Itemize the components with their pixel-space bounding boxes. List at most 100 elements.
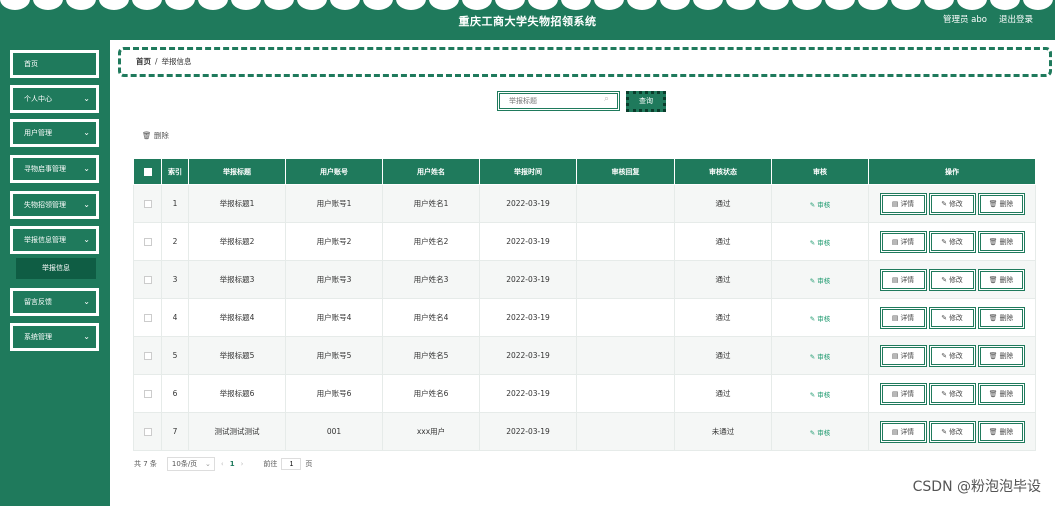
- sidebar-item-2[interactable]: 用户管理 ⌄: [10, 119, 99, 147]
- next-page-button[interactable]: ›: [241, 460, 244, 468]
- row-checkbox[interactable]: [143, 200, 152, 208]
- sidebar-item-7[interactable]: 系统管理 ⌄: [10, 323, 99, 351]
- row-checkbox[interactable]: [143, 390, 152, 398]
- sidebar-item-1[interactable]: 个人中心 ⌄: [10, 85, 99, 113]
- trash-icon: 🗑: [988, 275, 998, 284]
- select-all-checkbox[interactable]: [143, 167, 152, 176]
- edit-label: 修改: [949, 313, 963, 322]
- delete-button[interactable]: 🗑 删除: [977, 306, 1025, 329]
- row-checkbox[interactable]: [143, 314, 152, 322]
- cell-index: 4: [161, 298, 189, 337]
- edit-icon: ✎: [941, 427, 947, 436]
- cell-reply: [576, 374, 675, 413]
- prev-page-button[interactable]: ‹: [221, 460, 224, 468]
- edit-button[interactable]: ✎ 修改: [928, 192, 976, 215]
- cell-index: 1: [161, 184, 189, 223]
- row-checkbox[interactable]: [143, 238, 152, 246]
- detail-button[interactable]: ▤ 详情: [879, 230, 927, 253]
- current-page[interactable]: 1: [230, 460, 235, 468]
- logout-link[interactable]: 退出登录: [999, 13, 1033, 25]
- delete-label: 删除: [999, 237, 1014, 246]
- cell-reply: [576, 222, 675, 261]
- sidebar-item-6[interactable]: 留言反馈 ⌄: [10, 288, 99, 316]
- cell-actions: ▤ 详情 ✎ 修改 🗑 删除: [868, 336, 1036, 375]
- detail-button[interactable]: ▤ 详情: [879, 344, 927, 367]
- row-select-cell: [133, 260, 162, 299]
- edit-button[interactable]: ✎ 修改: [928, 268, 976, 291]
- detail-label: 详情: [900, 351, 915, 360]
- edit-label: 修改: [949, 427, 963, 436]
- cell-audit: ✎ 审核: [771, 260, 869, 299]
- delete-button[interactable]: 🗑 删除: [977, 344, 1025, 367]
- detail-button[interactable]: ▤ 详情: [879, 268, 927, 291]
- edit-icon: ✎: [809, 200, 816, 209]
- detail-button[interactable]: ▤ 详情: [879, 306, 927, 329]
- cell-account: 用户账号5: [285, 336, 383, 375]
- audit-label: 审核: [817, 238, 831, 247]
- cell-name: 用户姓名5: [382, 336, 480, 375]
- col-header: 索引: [161, 158, 189, 185]
- edit-button[interactable]: ✎ 修改: [928, 382, 976, 405]
- edit-button[interactable]: ✎ 修改: [928, 420, 976, 443]
- goto-label: 前往: [263, 460, 278, 468]
- bulk-delete-label: 删除: [153, 131, 169, 140]
- edit-button[interactable]: ✎ 修改: [928, 306, 976, 329]
- query-button[interactable]: 查询: [626, 91, 666, 112]
- audit-link[interactable]: ✎ 审核: [810, 315, 831, 323]
- breadcrumb-home[interactable]: 首页: [136, 57, 151, 66]
- scallop: [462, 0, 492, 10]
- scallop: [330, 0, 360, 10]
- search-input[interactable]: [497, 91, 620, 111]
- goto-page-input[interactable]: [281, 458, 302, 470]
- audit-link[interactable]: ✎ 审核: [810, 239, 831, 247]
- trash-icon: 🗑: [988, 389, 998, 398]
- col-header: 操作: [868, 158, 1036, 185]
- audit-link[interactable]: ✎ 审核: [810, 277, 831, 285]
- sidebar-item-3[interactable]: 寻物启事管理 ⌄: [10, 155, 99, 183]
- detail-label: 详情: [900, 237, 915, 246]
- chevron-down-icon: ⌄: [83, 200, 90, 209]
- delete-button[interactable]: 🗑 删除: [977, 192, 1025, 215]
- delete-button[interactable]: 🗑 删除: [977, 382, 1025, 405]
- cell-title: 举报标题4: [188, 298, 286, 337]
- cell-audit: ✎ 审核: [771, 336, 869, 375]
- cell-actions: ▤ 详情 ✎ 修改 🗑 删除: [868, 374, 1036, 413]
- cell-title: 测试测试测试: [188, 412, 286, 451]
- audit-link[interactable]: ✎ 审核: [810, 429, 831, 437]
- chevron-down-icon: ⌄: [83, 164, 90, 173]
- cell-time: 2022-03-19: [479, 222, 577, 261]
- sidebar-item-4[interactable]: 失物招领管理 ⌄: [10, 191, 99, 219]
- delete-button[interactable]: 🗑 删除: [977, 230, 1025, 253]
- edit-icon: ✎: [941, 313, 947, 322]
- audit-link[interactable]: ✎ 审核: [810, 391, 831, 399]
- scallop: [165, 0, 195, 10]
- audit-link[interactable]: ✎ 审核: [810, 353, 831, 361]
- sidebar-item-label: 举报信息管理: [24, 236, 66, 244]
- edit-button[interactable]: ✎ 修改: [928, 344, 976, 367]
- chevron-down-icon: ⌄: [83, 332, 90, 341]
- audit-label: 审核: [817, 276, 831, 285]
- sidebar-item-5[interactable]: 举报信息管理 ⌄: [10, 226, 99, 254]
- detail-button[interactable]: ▤ 详情: [879, 420, 927, 443]
- edit-button[interactable]: ✎ 修改: [928, 230, 976, 253]
- edit-icon: ✎: [809, 276, 816, 285]
- app-title: 重庆工商大学失物招领系统: [458, 15, 597, 28]
- delete-button[interactable]: 🗑 删除: [977, 268, 1025, 291]
- delete-button[interactable]: 🗑 删除: [977, 420, 1025, 443]
- row-checkbox[interactable]: [143, 352, 152, 360]
- select-all-cell: [133, 158, 162, 185]
- detail-button[interactable]: ▤ 详情: [879, 192, 927, 215]
- sidebar-item-0[interactable]: 首页: [10, 50, 99, 78]
- audit-link[interactable]: ✎ 审核: [810, 201, 831, 209]
- submenu-report-info[interactable]: 举报信息: [16, 258, 96, 279]
- row-checkbox[interactable]: [143, 276, 152, 284]
- bulk-delete-button[interactable]: 🗑 删除: [142, 130, 169, 141]
- document-icon: ▤: [891, 199, 899, 208]
- row-checkbox[interactable]: [143, 428, 152, 436]
- report-table: 索引 举报标题 用户账号 用户姓名 举报时间 审核回复 审核状态 审核 操作 1…: [133, 158, 1036, 451]
- breadcrumb-separator: /: [155, 57, 158, 66]
- detail-button[interactable]: ▤ 详情: [879, 382, 927, 405]
- watermark: CSDN @粉泡泡毕设: [912, 479, 1041, 495]
- edit-icon: ✎: [809, 428, 816, 437]
- page-size-select[interactable]: 10条/页 ⌄: [166, 457, 215, 471]
